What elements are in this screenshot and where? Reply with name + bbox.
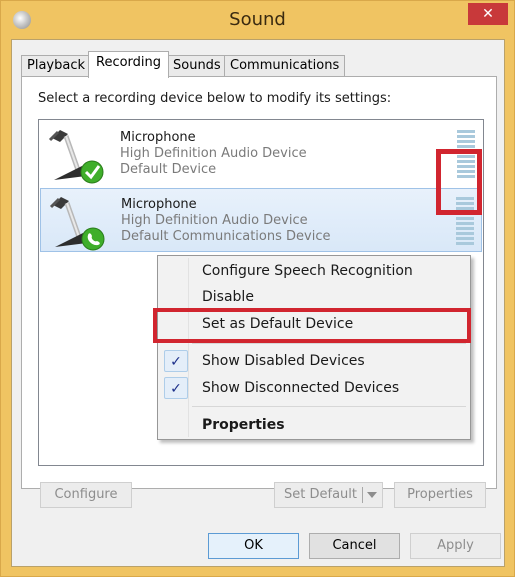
- menu-item-show-disabled-devices[interactable]: ✓ Show Disabled Devices: [160, 348, 468, 374]
- menu-item-properties[interactable]: Properties: [160, 412, 468, 438]
- context-menu: Configure Speech Recognition Disable Set…: [157, 255, 471, 440]
- set-default-label: Set Default: [284, 487, 357, 502]
- checkmark-icon: ✓: [164, 350, 188, 372]
- menu-item-disable[interactable]: Disable: [160, 284, 468, 310]
- device-status: Default Communications Device: [121, 229, 331, 244]
- microphone-icon: [48, 130, 104, 184]
- menu-separator: [192, 343, 466, 344]
- device-text: Microphone High Definition Audio Device …: [121, 197, 330, 245]
- chevron-down-icon[interactable]: [367, 492, 377, 498]
- set-default-split-button[interactable]: Set Default: [274, 482, 383, 508]
- apply-button[interactable]: Apply: [410, 533, 501, 559]
- sound-dialog: Sound ✕ Playback Recording Sounds Commun…: [0, 0, 515, 577]
- properties-button[interactable]: Properties: [394, 482, 486, 508]
- split-divider: [362, 487, 363, 503]
- menu-item-show-disconnected-devices[interactable]: ✓ Show Disconnected Devices: [160, 375, 468, 401]
- menu-item-label: Show Disconnected Devices: [202, 380, 400, 396]
- menu-item-label: Show Disabled Devices: [202, 353, 365, 369]
- device-item-default[interactable]: Microphone High Definition Audio Device …: [40, 122, 482, 186]
- window-title: Sound: [229, 9, 286, 30]
- highlight-box-level-meter: [436, 149, 482, 215]
- instruction-text: Select a recording device below to modif…: [38, 91, 392, 106]
- menu-separator: [192, 406, 466, 407]
- close-button[interactable]: ✕: [468, 3, 508, 25]
- device-driver: High Definition Audio Device: [121, 213, 308, 228]
- device-name: Microphone: [120, 130, 196, 145]
- device-status: Default Device: [120, 162, 217, 177]
- menu-item-configure-speech-recognition[interactable]: Configure Speech Recognition: [160, 258, 468, 284]
- microphone-icon: [49, 197, 105, 251]
- configure-button[interactable]: Configure: [40, 482, 132, 508]
- device-text: Microphone High Definition Audio Device …: [120, 130, 307, 178]
- title-bar[interactable]: Sound ✕: [1, 1, 514, 39]
- device-name: Microphone: [121, 197, 197, 212]
- device-item-communications[interactable]: Microphone High Definition Audio Device …: [40, 188, 482, 252]
- device-driver: High Definition Audio Device: [120, 146, 307, 161]
- tab-communications[interactable]: Communications: [224, 55, 346, 77]
- checkmark-icon: ✓: [164, 377, 188, 399]
- tab-recording[interactable]: Recording: [88, 51, 170, 78]
- ok-button[interactable]: OK: [208, 533, 299, 559]
- tab-sounds[interactable]: Sounds: [167, 55, 227, 77]
- cancel-button[interactable]: Cancel: [309, 533, 400, 559]
- tab-playback[interactable]: Playback: [21, 55, 92, 77]
- highlight-box-set-default: [153, 308, 471, 343]
